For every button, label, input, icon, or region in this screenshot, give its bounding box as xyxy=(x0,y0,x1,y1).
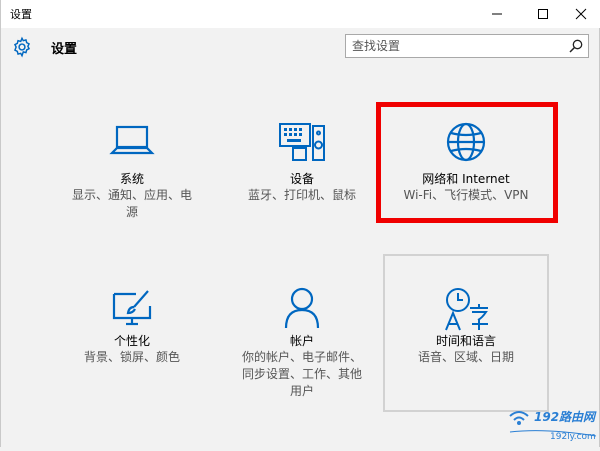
header: 设置 xyxy=(1,28,600,66)
maximize-button[interactable] xyxy=(523,0,563,28)
tile-name: 时间和语言 xyxy=(435,334,496,348)
tile-devices[interactable]: 设备 蓝牙、打印机、鼠标 xyxy=(219,112,385,222)
tile-name: 设备 xyxy=(289,172,314,186)
settings-window: 设置 设置 查找设置 系统 显示、通知、应用、电 源 设备 蓝牙、打印机、鼠标 … xyxy=(0,0,600,447)
paintbrush-icon xyxy=(112,290,152,326)
search-input[interactable] xyxy=(352,37,552,55)
tile-description: 蓝牙、打印机、鼠标 xyxy=(247,188,356,202)
red-highlight-frame xyxy=(376,102,558,223)
title-bar[interactable]: 设置 xyxy=(1,0,600,28)
search-box[interactable] xyxy=(345,34,589,58)
watermark-url: 192ly.com xyxy=(550,432,596,442)
tile-accounts[interactable]: 帐户 你的帐户、电子邮件、 同步设置、工作、其他 用户 xyxy=(219,280,385,400)
tile-time-language[interactable]: 时间和语言 语音、区域、日期 xyxy=(383,280,549,400)
page-title: 设置 xyxy=(51,42,78,57)
clock-language-icon xyxy=(445,288,488,331)
tile-description: 显示、通知、应用、电 源 xyxy=(71,188,192,219)
close-icon xyxy=(575,8,587,20)
tile-name: 帐户 xyxy=(289,334,314,348)
tile-description: 你的帐户、电子邮件、 同步设置、工作、其他 用户 xyxy=(241,350,362,398)
tile-system[interactable]: 系统 显示、通知、应用、电 源 xyxy=(49,112,215,222)
tile-description: 背景、锁屏、颜色 xyxy=(83,350,180,364)
devices-icon xyxy=(279,123,325,161)
person-icon xyxy=(284,287,320,329)
gear-icon xyxy=(13,36,31,58)
window-title: 设置 xyxy=(10,8,32,21)
maximize-icon xyxy=(538,9,548,19)
search-icon[interactable] xyxy=(568,38,584,54)
tile-name: 系统 xyxy=(119,172,144,186)
tile-personalization[interactable]: 个性化 背景、锁屏、颜色 xyxy=(49,280,215,400)
watermark-logo: 192路由网 192ly.com xyxy=(506,402,600,447)
tile-name: 个性化 xyxy=(113,334,150,348)
close-button[interactable] xyxy=(561,0,600,28)
tile-description: 语音、区域、日期 xyxy=(417,350,514,364)
watermark-brand: 192路由网 xyxy=(534,410,596,424)
laptop-icon xyxy=(109,125,155,155)
minimize-button[interactable] xyxy=(477,0,517,28)
minimize-icon xyxy=(492,13,502,15)
